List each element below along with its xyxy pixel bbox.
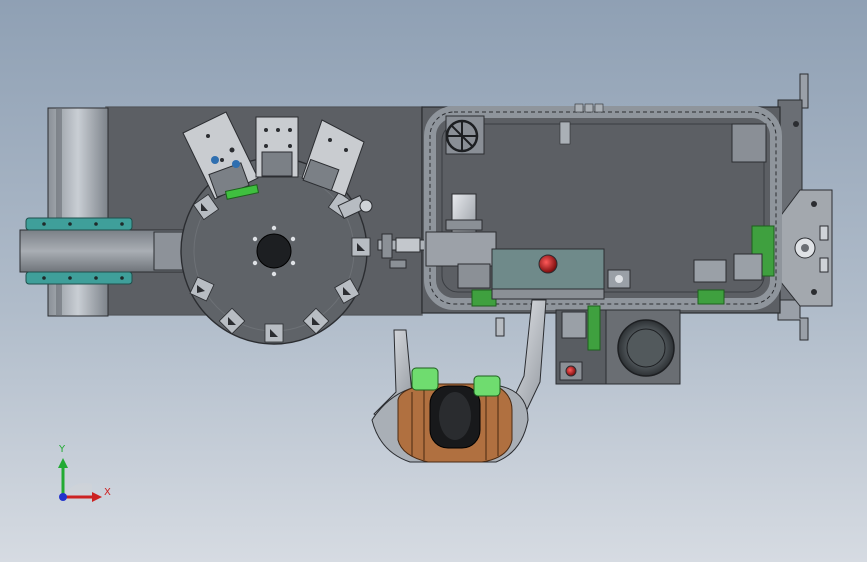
- x-axis-label: X: [104, 487, 111, 498]
- cad-viewport[interactable]: Y X: [0, 0, 867, 562]
- hand-wheel[interactable]: [445, 115, 485, 155]
- y-axis-label: Y: [59, 444, 66, 455]
- right-bracket: [775, 73, 833, 341]
- motor-bowl-unit[interactable]: [555, 305, 681, 385]
- cad-model-scene[interactable]: [0, 0, 867, 562]
- axis-triad: [58, 458, 102, 502]
